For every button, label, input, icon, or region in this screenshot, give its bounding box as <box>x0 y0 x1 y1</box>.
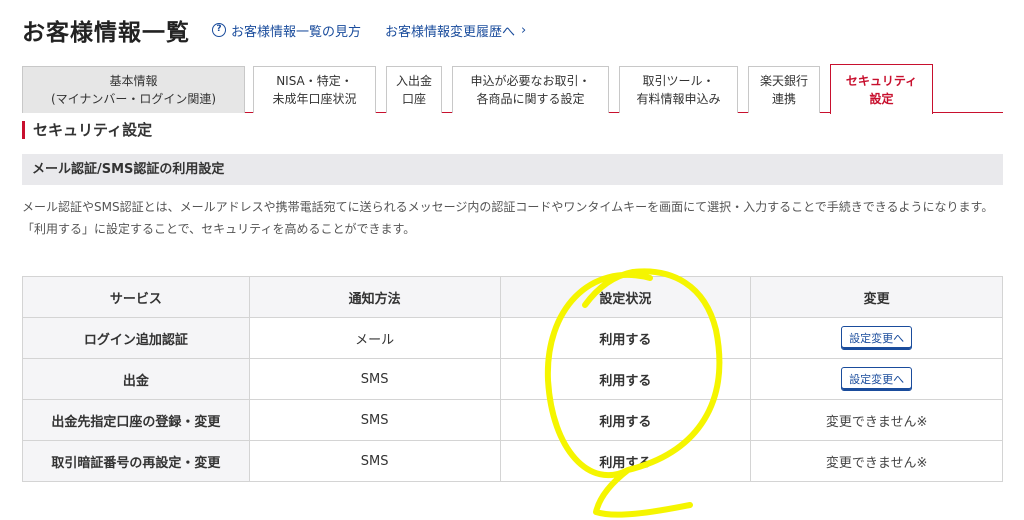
table-header-row: サービス 通知方法 設定状況 変更 <box>22 276 1003 318</box>
page-title: お客様情報一覧 <box>22 20 190 46</box>
tab-security[interactable]: セキュリティ 設定 <box>830 64 933 114</box>
service-name: 出金先指定口座の登録・変更 <box>22 399 250 441</box>
setting-status: 利用する <box>499 317 752 359</box>
help-link[interactable]: ? お客様情報一覧の見方 <box>212 21 361 40</box>
tab-deposit-account[interactable]: 入出金 口座 <box>386 66 442 113</box>
tab-label: 設定 <box>869 91 894 106</box>
description-line: 「利用する」に設定することで、セキュリティを高めることができます。 <box>22 222 416 236</box>
history-link[interactable]: お客様情報変更履歴へ › <box>385 21 526 40</box>
setting-status: 利用する <box>499 358 752 400</box>
table-row: ログイン追加認証 メール 利用する 設定変更へ <box>22 317 1003 359</box>
tab-bar: 基本情報 (マイナンバー・ログイン関連) NISA・特定・ 未成年口座状況 入出… <box>22 64 1003 114</box>
history-link-label: お客様情報変更履歴へ <box>385 24 516 40</box>
change-settings-button[interactable]: 設定変更へ <box>841 367 913 391</box>
question-circle-icon: ? <box>212 23 226 37</box>
sub-section-title: メール認証/SMS認証の利用設定 <box>22 154 1003 185</box>
description: メール認証やSMS認証とは、メールアドレスや携帯電話宛てに送られるメッセージ内の… <box>22 196 1004 240</box>
header-change: 変更 <box>750 276 1003 318</box>
service-name: 出金 <box>22 358 250 400</box>
tab-label: 未成年口座状況 <box>272 92 357 106</box>
tab-rakuten-bank[interactable]: 楽天銀行 連携 <box>748 66 820 113</box>
tab-nisa[interactable]: NISA・特定・ 未成年口座状況 <box>253 66 376 113</box>
tab-label: 有料情報申込み <box>636 92 721 106</box>
description-line: メール認証やSMS認証とは、メールアドレスや携帯電話宛てに送られるメッセージ内の… <box>22 200 994 214</box>
section-title: セキュリティ設定 <box>22 121 152 139</box>
tab-trading-tools[interactable]: 取引ツール・ 有料情報申込み <box>619 66 738 113</box>
notify-method: SMS <box>248 440 501 482</box>
header-method: 通知方法 <box>248 276 501 318</box>
setting-status: 利用する <box>499 399 752 441</box>
header-service: サービス <box>22 276 250 318</box>
chevron-right-icon: › <box>521 22 527 38</box>
tab-basic-info[interactable]: 基本情報 (マイナンバー・ログイン関連) <box>22 66 245 113</box>
service-name: ログイン追加認証 <box>22 317 250 359</box>
page-header: お客様情報一覧 ? お客様情報一覧の見方 お客様情報変更履歴へ › <box>22 12 526 48</box>
tab-trade-settings[interactable]: 申込が必要なお取引・ 各商品に関する設定 <box>452 66 609 113</box>
tab-label: 各商品に関する設定 <box>476 92 585 106</box>
change-cell: 設定変更へ <box>750 317 1003 359</box>
auth-settings-table: サービス 通知方法 設定状況 変更 ログイン追加認証 メール 利用する 設定変更… <box>22 276 1003 482</box>
tab-label: セキュリティ <box>845 73 918 88</box>
tab-label: 口座 <box>401 92 426 106</box>
table-row: 出金 SMS 利用する 設定変更へ <box>22 358 1003 400</box>
notify-method: SMS <box>248 358 501 400</box>
notify-method: SMS <box>248 399 501 441</box>
notify-method: メール <box>248 317 501 359</box>
help-link-label: お客様情報一覧の見方 <box>231 24 362 40</box>
tab-label: 入出金 <box>395 74 432 88</box>
tab-label: 申込が必要なお取引・ <box>470 74 591 88</box>
setting-status: 利用する <box>499 440 752 482</box>
change-settings-button[interactable]: 設定変更へ <box>841 326 913 350</box>
header-status: 設定状況 <box>499 276 752 318</box>
tab-label: 連携 <box>771 92 796 106</box>
table-row: 出金先指定口座の登録・変更 SMS 利用する 変更できません※ <box>22 399 1003 441</box>
tab-label: 基本情報 <box>109 74 158 88</box>
service-name: 取引暗証番号の再設定・変更 <box>22 440 250 482</box>
change-unavailable-text: 変更できません※ <box>750 399 1003 441</box>
change-cell: 設定変更へ <box>750 358 1003 400</box>
tab-label: NISA・特定・ <box>276 74 353 88</box>
tab-label: 取引ツール・ <box>642 74 715 88</box>
tab-label: 楽天銀行 <box>759 74 808 88</box>
change-unavailable-text: 変更できません※ <box>750 440 1003 482</box>
table-row: 取引暗証番号の再設定・変更 SMS 利用する 変更できません※ <box>22 440 1003 482</box>
tab-label: (マイナンバー・ログイン関連) <box>50 92 217 106</box>
